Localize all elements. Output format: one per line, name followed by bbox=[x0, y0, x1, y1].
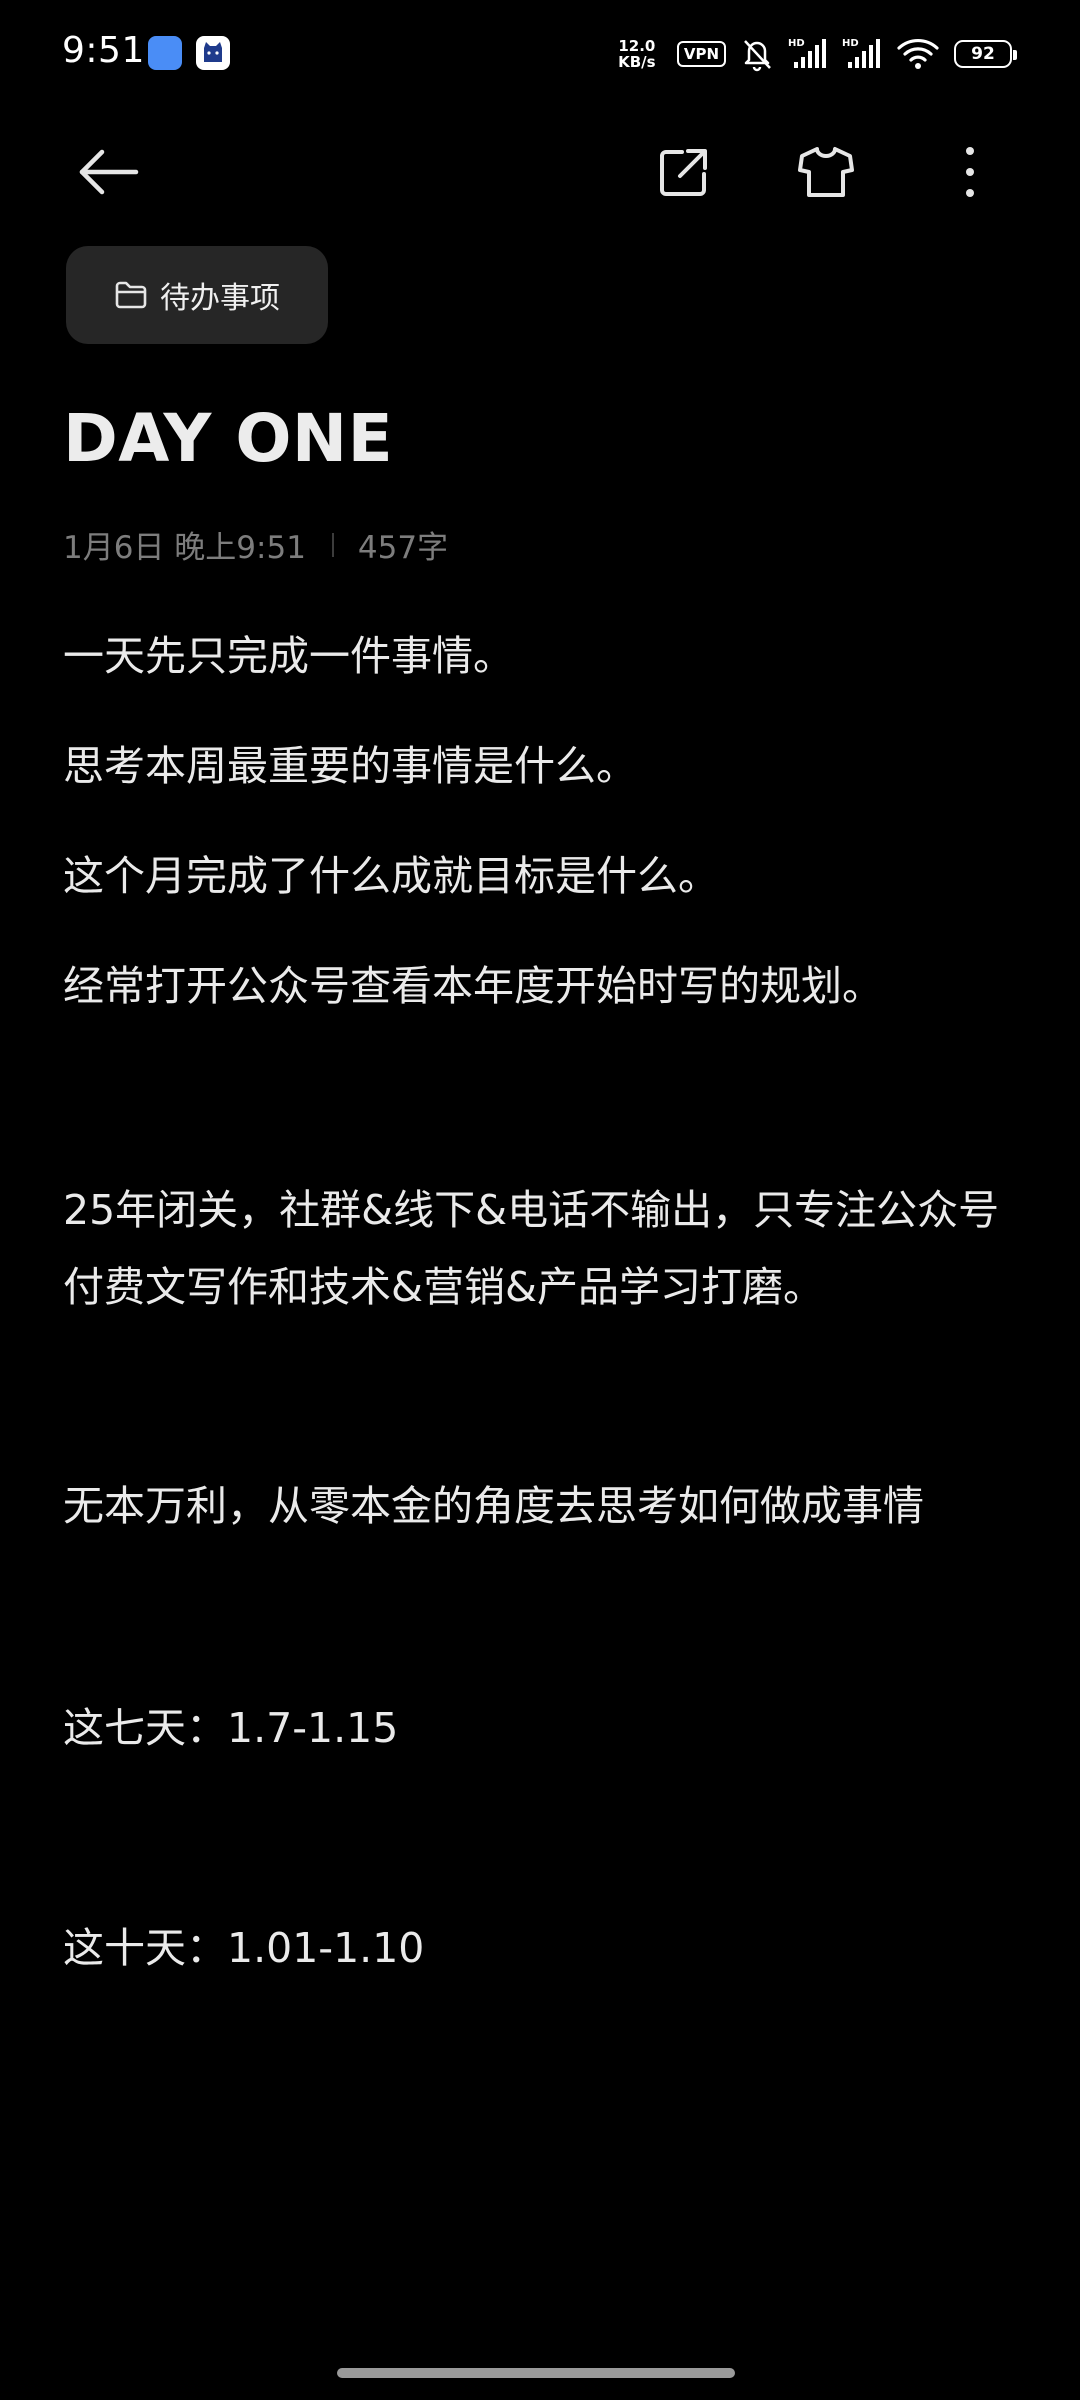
app-notification-icon bbox=[148, 36, 182, 70]
network-speed-unit: KB/s bbox=[618, 53, 656, 71]
note-line: 这个月完成了什么成就目标是什么。 bbox=[63, 852, 719, 900]
battery-icon: 92 bbox=[954, 40, 1017, 68]
note-date: 1月6日 晚上9:51 bbox=[63, 530, 306, 566]
note-line: 这十天：1.01-1.10 bbox=[63, 1924, 425, 1972]
note-line: 经常打开公众号查看本年度开始时写的规划。 bbox=[63, 962, 883, 1010]
theme-button[interactable] bbox=[794, 140, 858, 204]
status-time: 9:51 bbox=[62, 30, 145, 71]
svg-text:HD: HD bbox=[788, 38, 805, 49]
cat-app-notification-icon bbox=[196, 36, 230, 70]
wifi-icon bbox=[896, 36, 940, 72]
signal-hd-1-icon: HD bbox=[788, 36, 828, 72]
note-paragraph: 25年闭关，社群&线下&电话不输出，只专注公众号付费文写作和技术&营销&产品学习… bbox=[63, 1186, 1000, 1311]
folder-chip[interactable]: 待办事项 bbox=[66, 246, 328, 344]
network-speed: 12.0 KB/s bbox=[611, 38, 663, 70]
share-button[interactable] bbox=[652, 140, 716, 204]
network-speed-value: 12.0 bbox=[618, 37, 656, 55]
back-arrow-icon bbox=[79, 149, 139, 195]
battery-level: 92 bbox=[971, 44, 995, 64]
word-count: 457字 bbox=[357, 530, 449, 566]
back-button[interactable] bbox=[76, 140, 140, 204]
share-icon bbox=[660, 149, 707, 196]
folder-label: 待办事项 bbox=[160, 281, 280, 316]
note-title[interactable]: DAY ONE bbox=[63, 400, 393, 477]
more-options-button[interactable] bbox=[938, 140, 1002, 204]
note-line: 一天先只完成一件事情。 bbox=[63, 632, 514, 680]
svg-text:HD: HD bbox=[842, 38, 859, 49]
shirt-icon bbox=[798, 147, 854, 197]
note-toolbar bbox=[0, 120, 1080, 220]
note-line: 思考本周最重要的事情是什么。 bbox=[63, 742, 637, 790]
note-line: 这七天：1.7-1.15 bbox=[63, 1704, 399, 1752]
signal-hd-2-icon: HD bbox=[842, 36, 882, 72]
folder-icon bbox=[115, 281, 147, 309]
note-line: 无本万利，从零本金的角度去思考如何做成事情 bbox=[63, 1482, 924, 1530]
vpn-icon: VPN bbox=[676, 41, 726, 67]
meta-divider bbox=[331, 532, 334, 557]
home-indicator[interactable] bbox=[337, 2368, 735, 2378]
bell-muted-icon bbox=[740, 36, 774, 72]
more-vertical-icon bbox=[966, 147, 974, 197]
status-bar: 9:51 12.0 KB/s VPN HD HD 92 bbox=[0, 0, 1080, 105]
note-meta: 1月6日 晚上9:51 457字 bbox=[63, 522, 448, 567]
